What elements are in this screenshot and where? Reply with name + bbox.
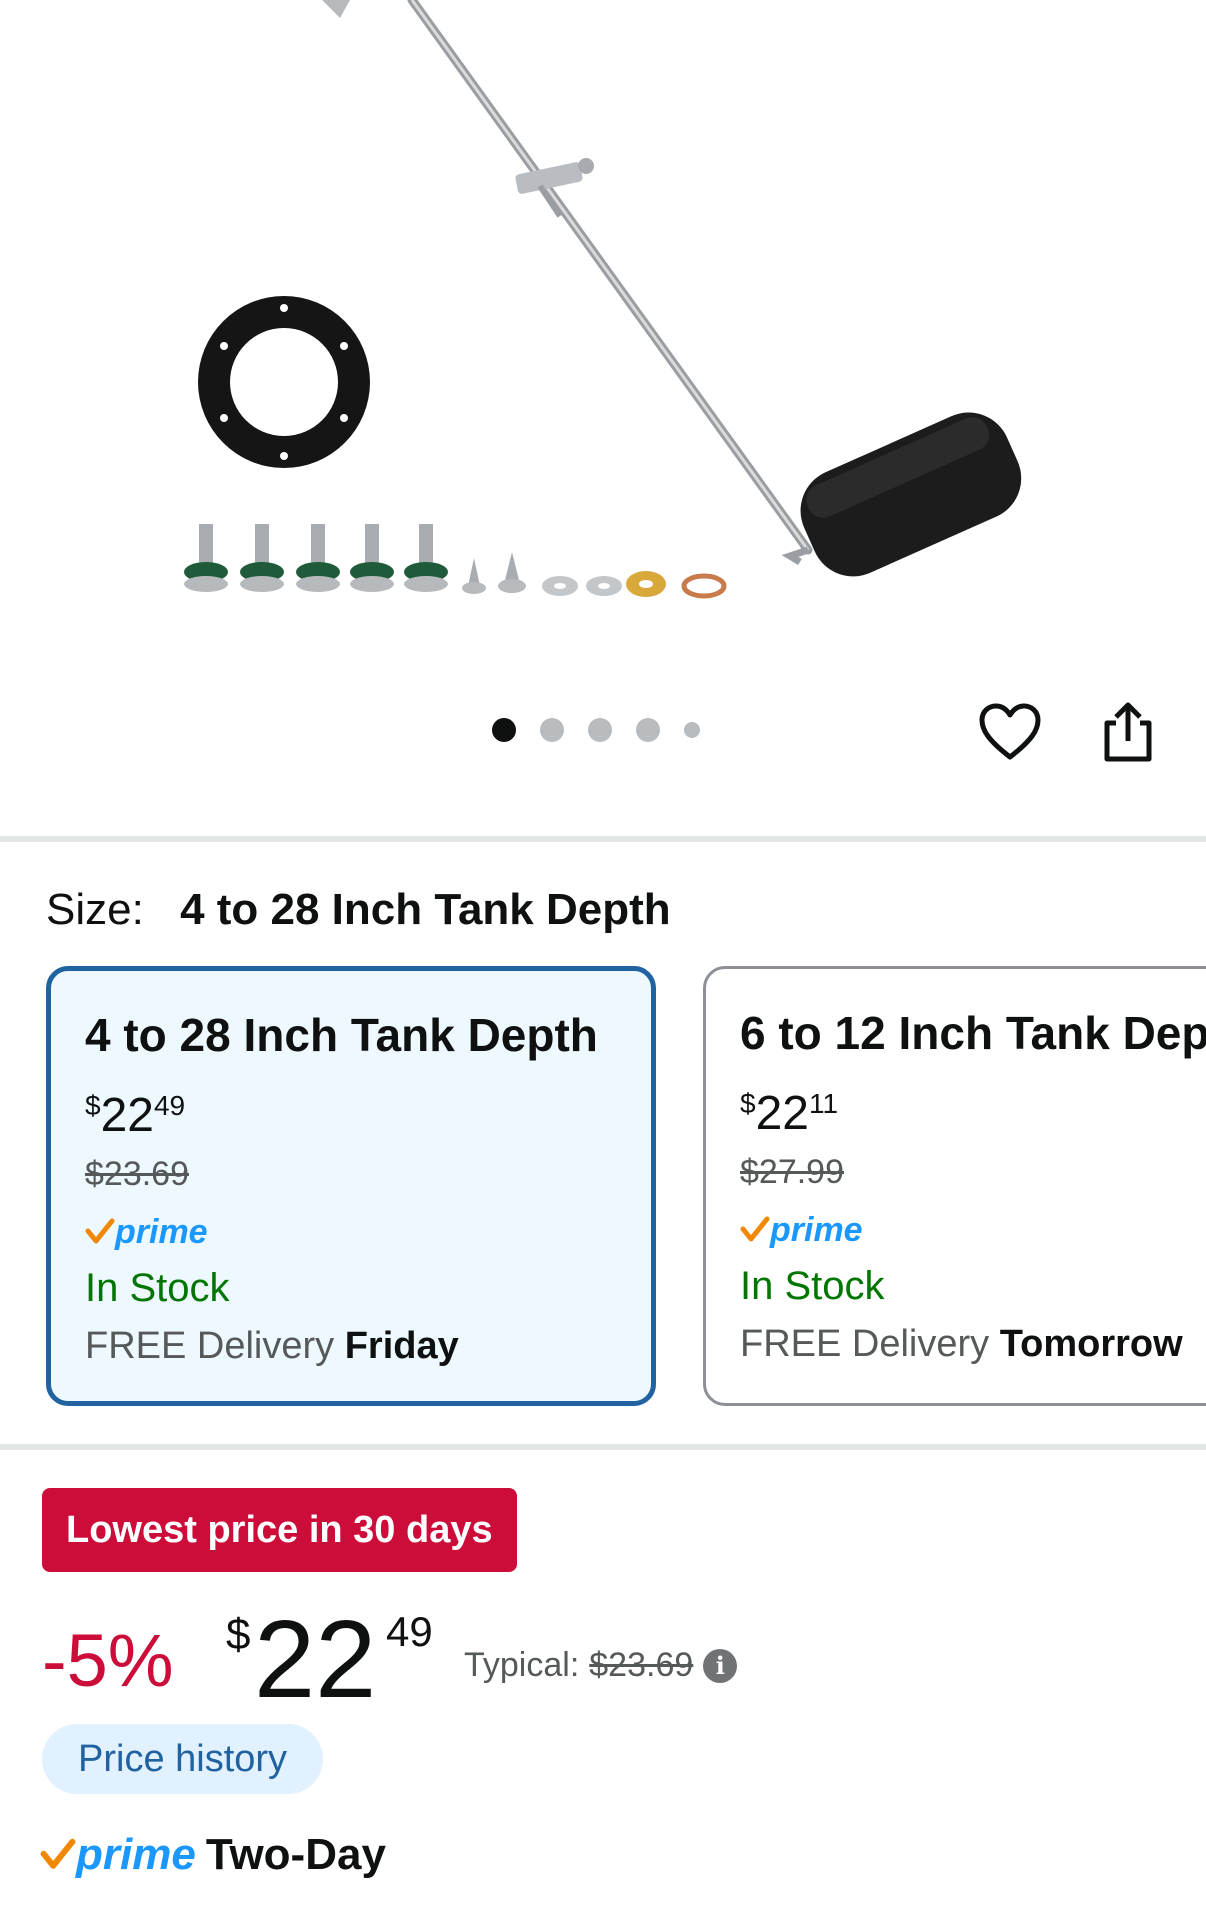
prime-check-icon — [40, 1838, 76, 1869]
price-whole: 22 — [254, 1598, 377, 1721]
price-history-button[interactable]: Price history — [42, 1724, 324, 1794]
bracket-piece — [322, 0, 350, 18]
product-photo — [184, 0, 1022, 599]
wishlist-button[interactable] — [974, 696, 1046, 768]
variant-title: 4 to 28 Inch Tank Depth — [85, 1009, 598, 1061]
price-fraction: 11 — [808, 1088, 839, 1119]
section-divider — [0, 1444, 1206, 1450]
size-selector-header: Size: 4 to 28 Inch Tank Depth — [46, 884, 671, 936]
variant-price: $2211 — [740, 1075, 1206, 1143]
price-fraction: 49 — [153, 1090, 186, 1121]
variant-title: 6 to 12 Inch Tank Depth — [740, 1007, 1206, 1059]
carousel-dot-2[interactable] — [540, 718, 564, 742]
variant-was-price: $27.99 — [740, 1153, 844, 1191]
discount-percent: -5% — [42, 1619, 174, 1702]
rod-bend — [781, 546, 810, 566]
product-image[interactable] — [0, 0, 1206, 660]
price-whole: 22 — [755, 1087, 809, 1140]
float-block — [800, 412, 1022, 577]
carousel-dot-4[interactable] — [636, 718, 660, 742]
stock-status: In Stock — [740, 1264, 885, 1308]
price-currency: $ — [85, 1090, 101, 1121]
prime-shipping: prime Two-Day — [40, 1830, 386, 1880]
prime-logo-text: prime — [115, 1212, 208, 1251]
typical-price: Typical: $23.69 i — [464, 1646, 738, 1685]
float-rod-highlight — [410, 0, 810, 551]
delivery-prefix: FREE Delivery — [740, 1323, 990, 1365]
typical-label: Typical: — [464, 1646, 580, 1684]
typical-value: $23.69 — [589, 1646, 694, 1684]
carousel-dot-1[interactable] — [492, 718, 516, 742]
size-option-4-to-28[interactable]: 4 to 28 Inch Tank Depth $2249 $23.69 pri… — [46, 966, 656, 1406]
carousel-dot-3[interactable] — [588, 718, 612, 742]
info-icon[interactable]: i — [703, 1648, 738, 1683]
shipping-speed: Two-Day — [205, 1830, 386, 1879]
delivery-day: Tomorrow — [999, 1323, 1183, 1365]
share-button[interactable] — [1092, 696, 1164, 768]
prime-check-icon — [740, 1216, 770, 1242]
image-carousel-dots[interactable] — [492, 718, 700, 742]
delivery-info: FREE Delivery Tomorrow — [740, 1323, 1206, 1366]
delivery-prefix: FREE Delivery — [85, 1325, 335, 1367]
prime-logo-text: prime — [770, 1210, 863, 1249]
prime-logo-text: prime — [76, 1830, 196, 1879]
stock-status: In Stock — [85, 1266, 230, 1310]
prime-badge: prime — [85, 1212, 651, 1252]
size-selected-value: 4 to 28 Inch Tank Depth — [180, 885, 671, 934]
share-icon — [1104, 702, 1152, 762]
clamp-screw — [578, 158, 594, 174]
section-divider — [0, 836, 1206, 842]
delivery-day: Friday — [344, 1325, 459, 1367]
price-whole: 22 — [100, 1089, 154, 1142]
variant-price: $2249 — [85, 1077, 651, 1145]
heart-icon — [979, 703, 1041, 760]
prime-badge: prime — [740, 1210, 1206, 1250]
variant-was-price: $23.69 — [85, 1155, 189, 1193]
deal-badge: Lowest price in 30 days — [42, 1488, 517, 1572]
price-fraction: 49 — [386, 1608, 433, 1655]
prime-check-icon — [85, 1218, 115, 1244]
carousel-dot-5[interactable] — [684, 722, 700, 738]
size-label: Size: — [46, 885, 144, 934]
size-option-6-to-12[interactable]: 6 to 12 Inch Tank Depth $2211 $27.99 pri… — [703, 966, 1206, 1406]
price-currency: $ — [740, 1088, 756, 1119]
delivery-info: FREE Delivery Friday — [85, 1325, 651, 1368]
price-currency: $ — [226, 1610, 251, 1659]
screw-set — [184, 524, 727, 599]
